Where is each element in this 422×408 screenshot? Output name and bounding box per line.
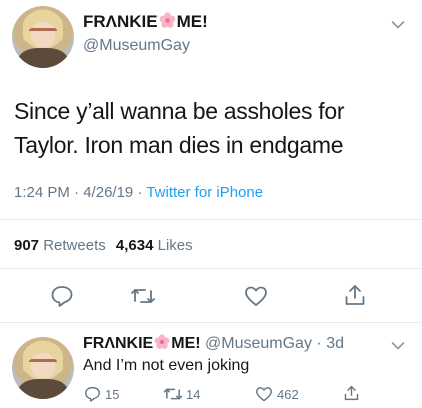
reply-avatar[interactable] <box>12 337 74 399</box>
reply-text: And I’m not even joking <box>83 357 250 374</box>
reply-handle[interactable]: @MuseumGay <box>205 335 312 352</box>
chevron-down-icon[interactable] <box>391 20 405 30</box>
reply-header: FRΛNKIE ME! @MuseumGay · 3d <box>83 334 344 354</box>
heart-icon <box>255 386 273 402</box>
retweet-icon <box>163 386 183 402</box>
display-name[interactable]: FRΛNKIE ME! <box>83 12 208 32</box>
user-handle[interactable]: @MuseumGay <box>83 37 190 55</box>
share-icon[interactable] <box>343 384 360 402</box>
reply-display-name-2[interactable]: ME! <box>171 335 200 352</box>
tweet-time[interactable]: 1:24 PM <box>14 184 70 201</box>
heart-icon[interactable] <box>244 285 268 307</box>
chevron-down-icon[interactable] <box>391 341 405 351</box>
retweets-count: 907 <box>14 237 40 254</box>
tweet-text: Since y’all wanna be assholes for Taylor… <box>14 98 345 158</box>
reply-action-like[interactable]: 462 <box>255 386 299 402</box>
divider <box>0 268 422 269</box>
reply-age[interactable]: 3d <box>326 335 344 352</box>
separator-dot: · <box>74 184 80 201</box>
divider <box>0 219 422 220</box>
likes-count: 4,634 <box>115 237 154 254</box>
retweet-count: 14 <box>186 386 201 402</box>
retweets-label: Retweets <box>43 237 106 254</box>
display-name-text: FRΛNKIE <box>83 12 158 31</box>
display-name-text-2: ME! <box>176 12 208 31</box>
tweet-timestamp: 1:24 PM · 4/26/19 · Twitter for iPhone <box>14 184 263 201</box>
engagement-stats: 907 Retweets 4,634 Likes <box>14 237 193 254</box>
reply-icon[interactable] <box>50 285 74 307</box>
divider <box>0 322 422 323</box>
tweet-source-link[interactable]: Twitter for iPhone <box>146 184 263 201</box>
likes-stat[interactable]: 4,634 Likes <box>116 237 193 254</box>
cherry-blossom-icon <box>159 12 176 29</box>
separator-dot: · <box>137 184 143 201</box>
cherry-blossom-icon <box>154 334 170 350</box>
separator-dot: · <box>316 335 322 352</box>
retweets-stat[interactable]: 907 Retweets <box>14 237 110 254</box>
likes-label: Likes <box>157 237 193 254</box>
tweet-date[interactable]: 4/26/19 <box>83 184 133 201</box>
retweet-icon[interactable] <box>130 286 156 306</box>
reply-action-reply[interactable]: 15 <box>84 386 119 402</box>
share-icon[interactable] <box>343 283 367 307</box>
avatar[interactable] <box>12 6 74 68</box>
like-count: 462 <box>277 386 299 402</box>
reply-count: 15 <box>105 386 120 402</box>
reply-display-name[interactable]: FRΛNKIE <box>83 335 153 352</box>
reply-icon <box>84 386 101 402</box>
reply-action-retweet[interactable]: 14 <box>163 386 200 402</box>
